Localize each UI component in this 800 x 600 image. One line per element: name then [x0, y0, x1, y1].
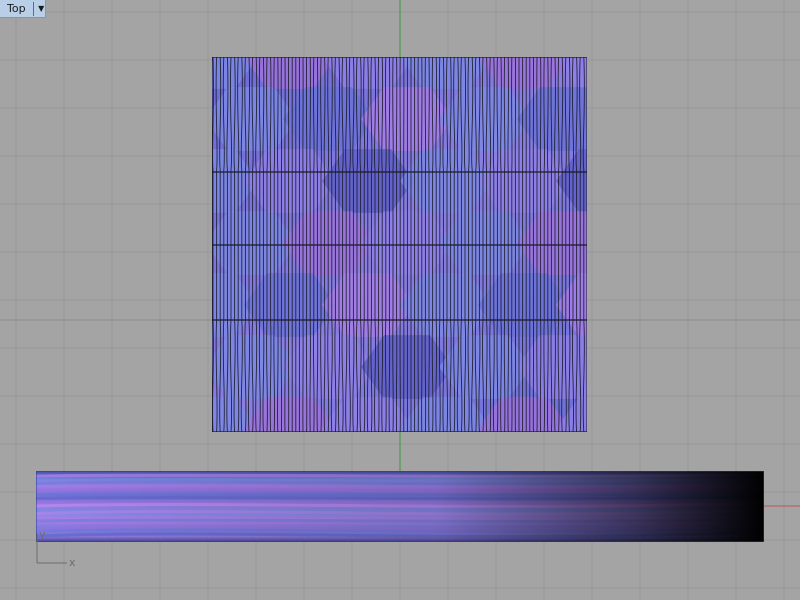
tab-separator — [33, 1, 35, 16]
chevron-down-icon[interactable]: ▼ — [37, 4, 45, 13]
top-viewport[interactable]: x y Top ▼ — [0, 0, 800, 600]
x-axis-label: x — [69, 556, 76, 569]
viewport-title-tab[interactable]: Top ▼ — [0, 0, 46, 18]
y-axis-label: y — [39, 528, 46, 541]
viewport-canvas[interactable] — [0, 0, 800, 600]
gradient-band-surface — [36, 471, 764, 542]
viewport-title[interactable]: Top — [0, 2, 33, 15]
